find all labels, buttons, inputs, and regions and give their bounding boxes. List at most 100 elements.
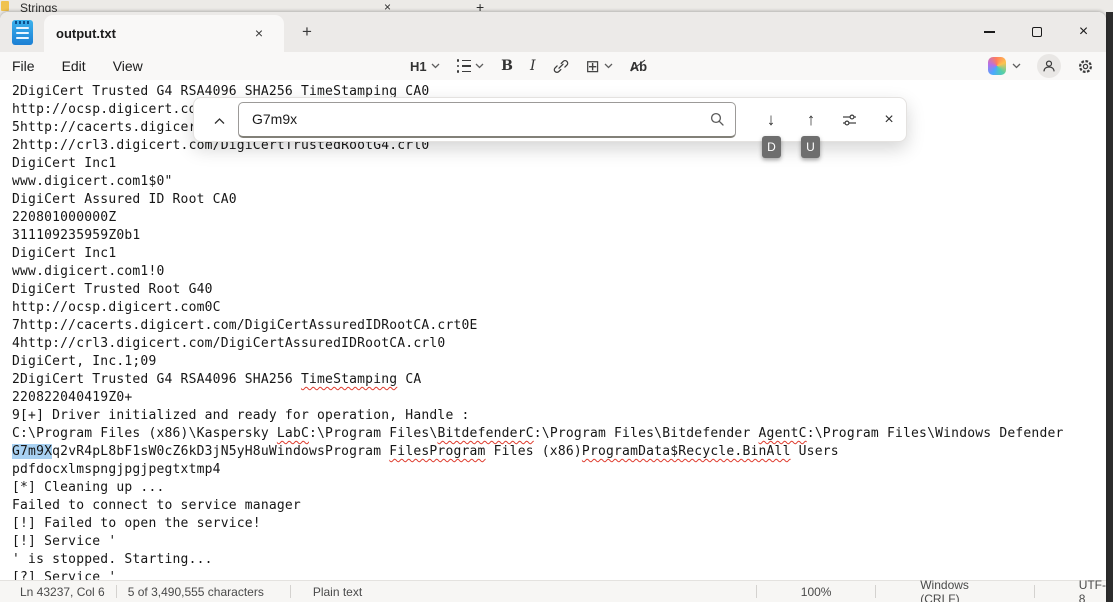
toolbar-right-icons [988,52,1094,80]
status-divider [1034,585,1035,598]
status-divider [875,585,876,598]
clear-formatting-icon: Ab [630,59,649,74]
editor-line: 220822040419Z0+ [12,389,1064,407]
chevron-up-icon [214,118,225,125]
editor-line: [!] Service ' [12,533,1064,551]
editor-line: G7m9Xq2vR4pL8bF1sW0cZ6kD3jN5yH8uWindowsP… [12,443,1064,461]
heading-style-button[interactable]: H1 [410,59,440,74]
link-icon [553,59,569,74]
encoding[interactable]: UTF-8 [1079,578,1106,602]
window-controls: × [966,12,1107,52]
bold-icon: B [501,58,513,74]
menu-file[interactable]: File [12,58,35,74]
find-next-button[interactable]: ↓ [756,105,786,135]
editor-line: [?] Service ' [12,569,1064,580]
status-right-group: 100% Windows (CRLF) UTF-8 [734,581,1106,602]
find-close-button[interactable]: × [874,105,904,135]
link-button[interactable] [553,59,569,74]
menu-bar: File Edit View [12,52,143,80]
new-tab-button[interactable]: + [295,21,319,45]
editor-line: [*] Cleaning up ... [12,479,1064,497]
status-divider [116,585,117,598]
status-bar: Ln 43237, Col 6 5 of 3,490,555 character… [0,580,1106,602]
background-window-icon [1,1,9,11]
editor-text: 2DigiCert Trusted G4 RSA4096 SHA256 Time… [12,83,1064,580]
menu-edit[interactable]: Edit [62,58,86,74]
account-button[interactable] [1037,54,1061,78]
table-button[interactable]: ⊞ [586,58,613,75]
find-options-icon [842,113,857,127]
keytip-find-previous: U [801,136,820,158]
menu-toolbar-row: File Edit View H1 B [0,52,1106,80]
find-input[interactable]: G7m9x [238,102,736,138]
status-left-group: Ln 43237, Col 6 5 of 3,490,555 character… [20,581,362,602]
keytip-find-next: D [762,136,781,158]
background-tab-close-icon[interactable]: × [384,0,391,12]
format-toolbar: H1 B I [410,52,649,80]
search-icon [710,112,725,127]
editor-line: 4http://crl3.digicert.com/DigiCertAssure… [12,335,1064,353]
editor-line: ' is stopped. Starting... [12,551,1064,569]
line-ending[interactable]: Windows (CRLF) [920,578,990,602]
editor-line: 220801000000Z [12,209,1064,227]
status-divider [756,585,757,598]
editor-line: Failed to connect to service manager [12,497,1064,515]
close-button[interactable]: × [1060,12,1107,52]
zoom-level[interactable]: 100% [801,585,832,599]
editor-line: DigiCert Trusted Root G40 [12,281,1064,299]
heading-style-label: H1 [410,59,427,74]
chevron-down-icon [475,63,484,69]
editor-line: DigiCert Inc1 [12,245,1064,263]
background-new-tab-icon[interactable]: + [476,0,484,12]
tab-close-icon[interactable]: × [248,23,270,45]
person-icon [1042,59,1056,73]
editor-line: [!] Failed to open the service! [12,515,1064,533]
table-icon: ⊞ [586,58,600,75]
editor-line: pdfdocxlmspngjpgjpegtxtmp4 [12,461,1064,479]
tab-bar: output.txt × + × [0,12,1106,52]
clear-formatting-button[interactable]: Ab [630,59,649,74]
cursor-position: Ln 43237, Col 6 [20,585,105,599]
background-window-tabstrip: Strings × + [0,0,1113,12]
find-collapse-button[interactable] [204,106,234,136]
editor-line: 9[+] Driver initialized and ready for op… [12,407,1064,425]
editor-line: http://ocsp.digicert.com0C [12,299,1064,317]
document-type: Plain text [313,585,362,599]
chevron-down-icon [604,63,613,69]
gear-icon [1077,58,1094,75]
tab-output-txt[interactable]: output.txt × [44,15,284,52]
editor-line: 2DigiCert Trusted G4 RSA4096 SHA256 Time… [12,371,1064,389]
editor-line: www.digicert.com1!0 [12,263,1064,281]
find-options-button[interactable] [834,105,864,135]
editor-line: C:\Program Files (x86)\Kaspersky LabC:\P… [12,425,1064,443]
settings-button[interactable] [1077,58,1094,75]
notepad-app-icon [12,20,33,45]
find-bar: G7m9x ↓ ↑ × D U [193,97,907,142]
copilot-button[interactable] [988,57,1021,75]
find-previous-button[interactable]: ↑ [796,105,826,135]
editor-line: DigiCert Inc1 [12,155,1064,173]
notepad-window: output.txt × + × File Edit View H1 [0,12,1106,602]
minimize-button[interactable] [966,12,1013,52]
maximize-button[interactable] [1013,12,1060,52]
bullet-list-icon [457,59,472,73]
maximize-icon [1032,27,1042,37]
character-count: 5 of 3,490,555 characters [128,585,264,599]
editor-area[interactable]: 2DigiCert Trusted G4 RSA4096 SHA256 Time… [0,80,1106,580]
tab-title: output.txt [56,26,116,41]
selected-text: G7m9X [12,444,52,459]
find-query-text: G7m9x [252,103,297,136]
list-button[interactable] [457,59,485,73]
menu-view[interactable]: View [113,58,143,74]
chevron-down-icon [1012,63,1021,69]
editor-line: DigiCert, Inc.1;09 [12,353,1064,371]
desktop-dark-edge [1106,12,1113,602]
background-tab-title[interactable]: Strings [20,1,57,12]
chevron-down-icon [431,63,440,69]
bold-button[interactable]: B [501,58,513,74]
italic-icon: I [530,58,536,74]
screen: Strings × + output.txt × + × File [0,0,1113,602]
italic-button[interactable]: I [530,58,536,74]
status-divider [290,585,291,598]
minimize-icon [984,31,995,32]
